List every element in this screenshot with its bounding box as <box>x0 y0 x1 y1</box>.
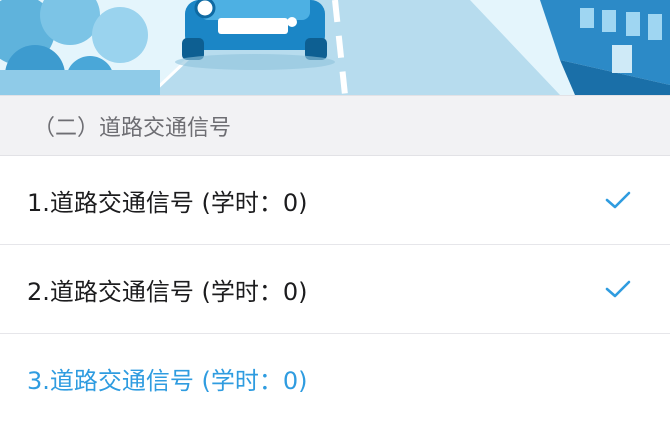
checkmark-icon <box>604 278 632 300</box>
checkmark-icon <box>604 189 632 211</box>
lesson-label: 2.道路交通信号 (学时：0) <box>27 277 308 306</box>
lesson-item-2[interactable]: 2.道路交通信号 (学时：0) <box>0 245 670 334</box>
lesson-label: 3.道路交通信号 (学时：0) <box>27 367 308 395</box>
lesson-item-3[interactable]: 3.道路交通信号 (学时：0) <box>0 334 670 423</box>
section-header: （二）道路交通信号 <box>0 95 670 156</box>
section-title: （二）道路交通信号 <box>33 115 232 141</box>
lesson-item-1[interactable]: 1.道路交通信号 (学时：0) <box>0 156 670 245</box>
lesson-list: 1.道路交通信号 (学时：0) 2.道路交通信号 (学时：0) 3.道路交通信号… <box>0 156 670 423</box>
lesson-label: 1.道路交通信号 (学时：0) <box>27 188 308 217</box>
course-banner-illustration <box>0 0 670 95</box>
